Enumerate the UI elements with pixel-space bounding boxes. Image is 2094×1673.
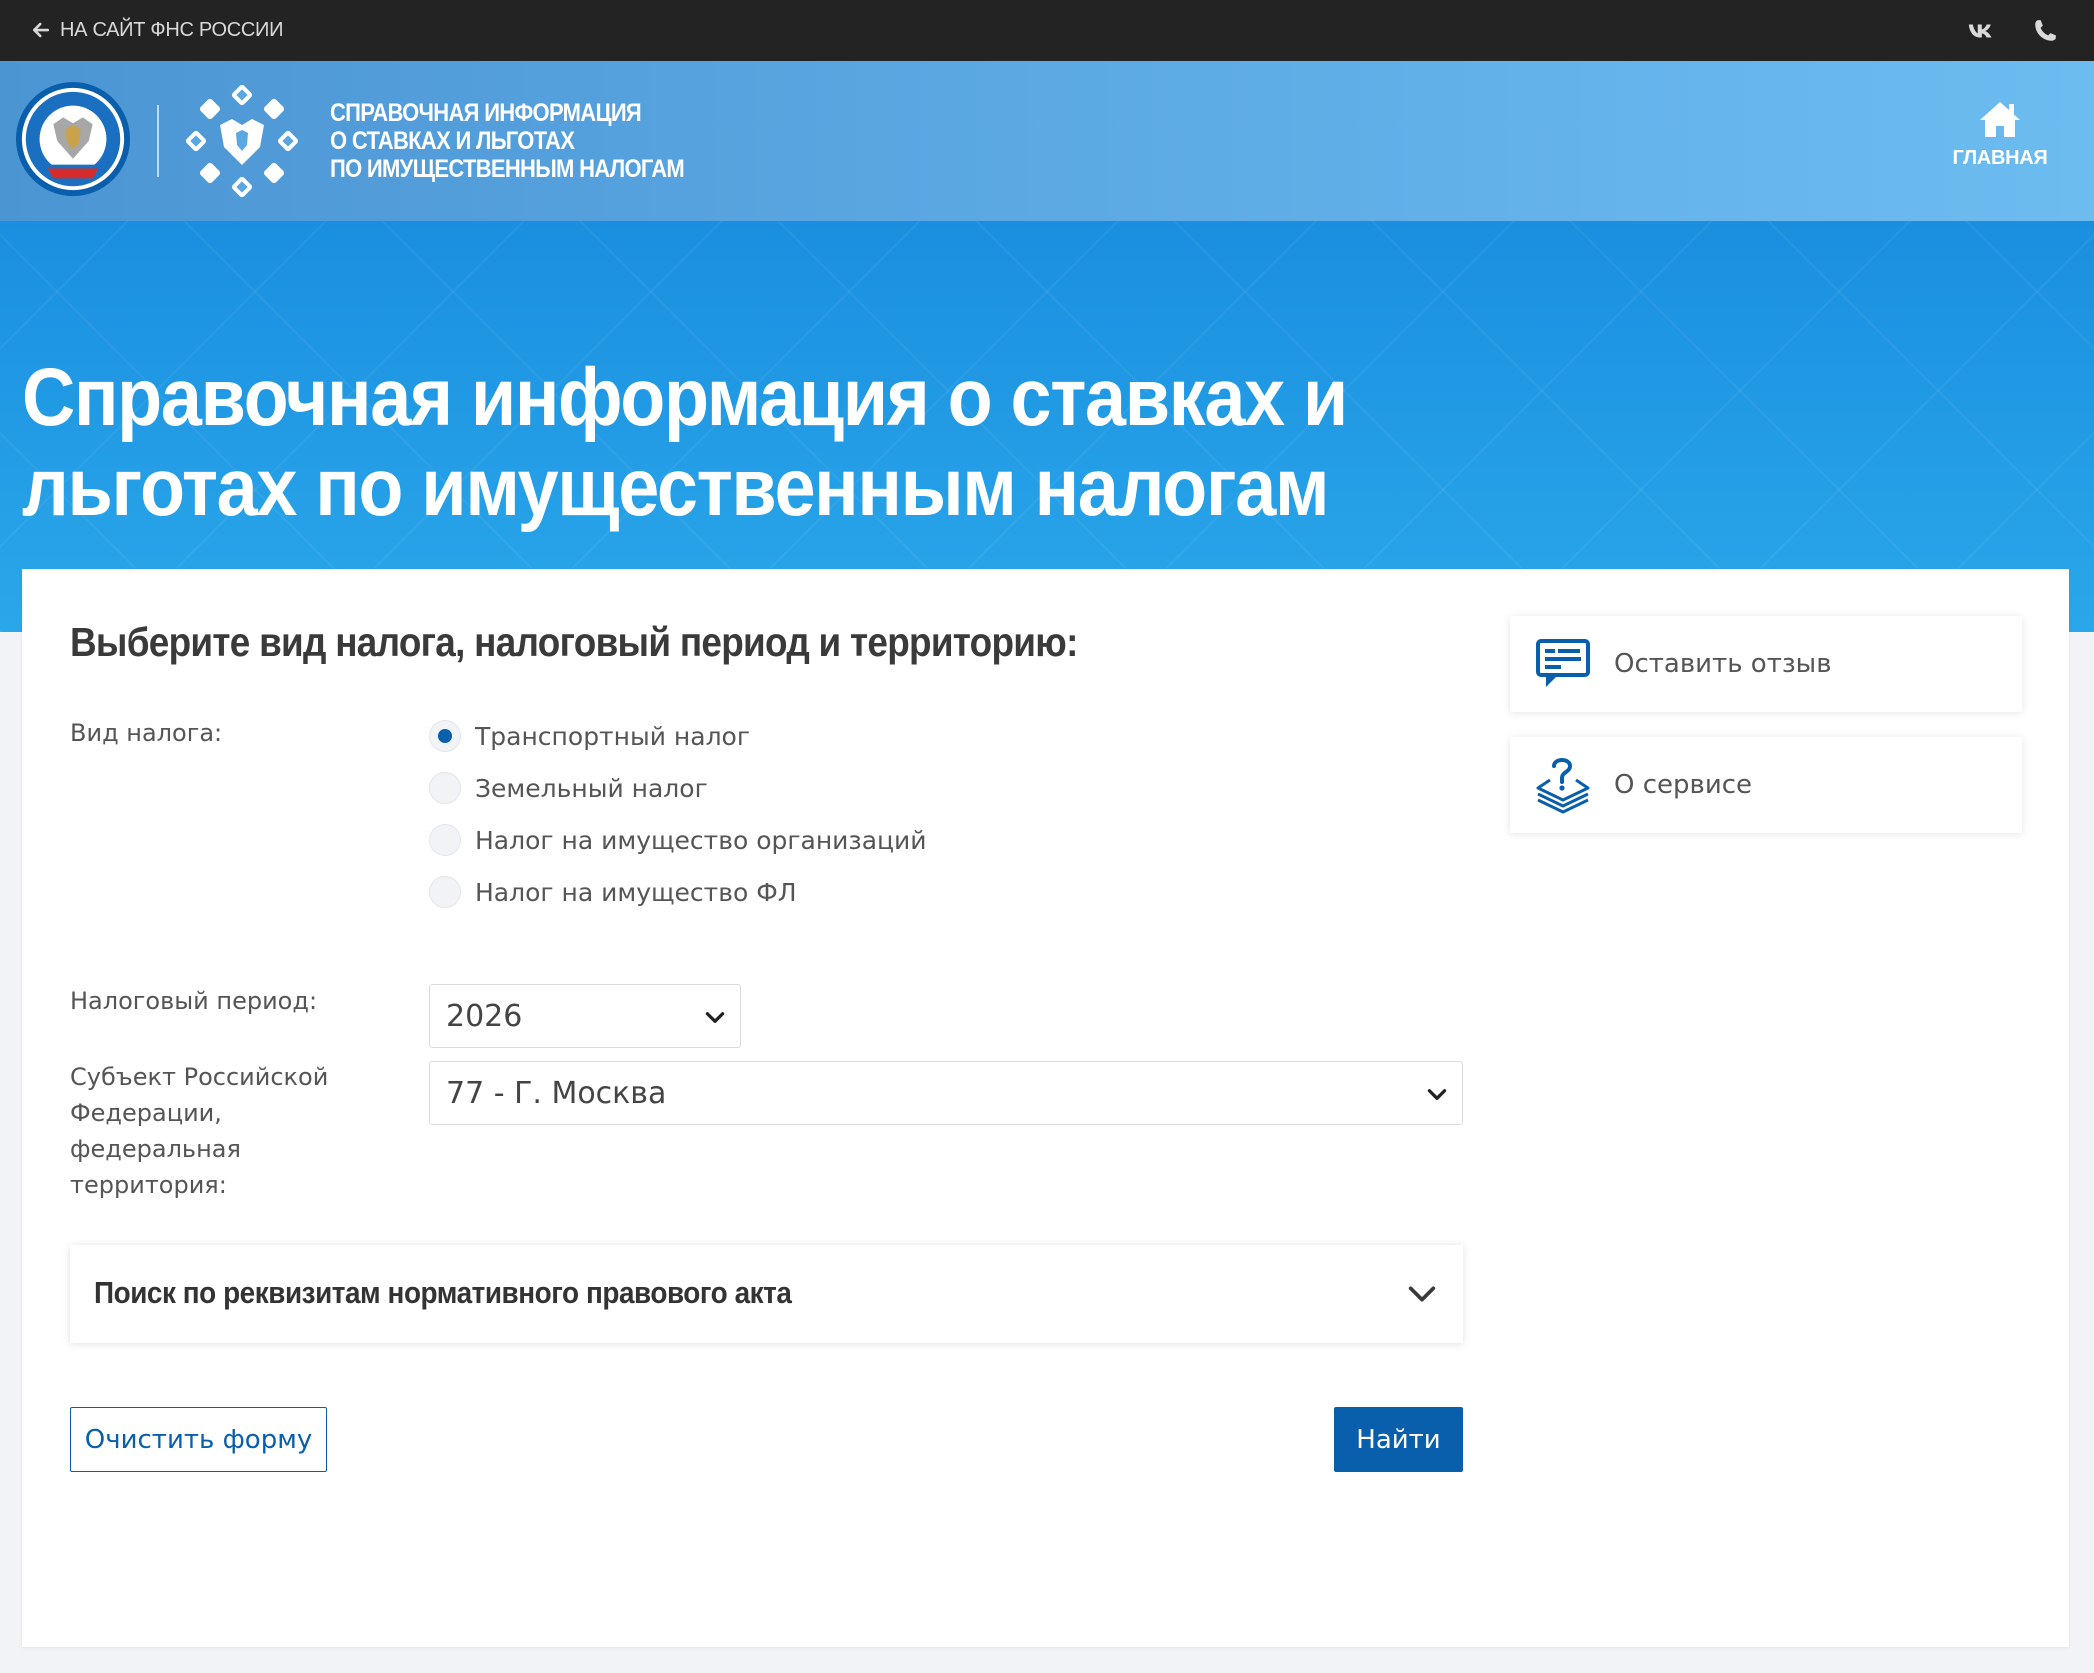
tax-period-label: Налоговый период: bbox=[70, 987, 318, 1015]
feedback-chat-icon bbox=[1536, 639, 1590, 687]
chevron-down-icon bbox=[705, 1012, 725, 1023]
feedback-label: Оставить отзыв bbox=[1614, 649, 1832, 679]
topbar: НА САЙТ ФНС РОССИИ bbox=[0, 0, 2094, 61]
service-logo[interactable] bbox=[186, 85, 298, 197]
question-stack-icon bbox=[1536, 758, 1590, 814]
tax-type-label: Вид налога: bbox=[70, 719, 223, 747]
radio-label: Земельный налог bbox=[475, 773, 708, 803]
radio-land-tax[interactable]: Земельный налог bbox=[429, 768, 708, 808]
region-select[interactable]: 77 - Г. Москва bbox=[429, 1061, 1463, 1125]
arrow-left-icon bbox=[32, 22, 50, 38]
home-link[interactable]: ГЛАВНАЯ bbox=[1948, 99, 2052, 179]
tax-period-select[interactable]: 2026 bbox=[429, 984, 741, 1048]
radio-personal-property-tax[interactable]: Налог на имущество ФЛ bbox=[429, 872, 797, 912]
service-title-line-3: ПО ИМУЩЕСТВЕННЫМ НАЛОГАМ bbox=[330, 155, 685, 183]
radio-label: Налог на имущество организаций bbox=[475, 825, 927, 855]
service-title-line-2: О СТАВКАХ И ЛЬГОТАХ bbox=[330, 127, 575, 155]
clear-form-button[interactable]: Очистить форму bbox=[70, 1407, 327, 1472]
radio-label: Транспортный налог bbox=[475, 721, 750, 751]
home-icon bbox=[1980, 102, 2020, 137]
phone-icon[interactable] bbox=[2026, 12, 2064, 50]
radio-label: Налог на имущество ФЛ bbox=[475, 877, 797, 907]
radio-transport-tax[interactable]: Транспортный налог bbox=[429, 716, 750, 756]
radio-circle[interactable] bbox=[429, 772, 461, 804]
page-title: Справочная информация о ставках и льгота… bbox=[22, 352, 1348, 533]
search-button[interactable]: Найти bbox=[1334, 1407, 1463, 1472]
header-divider bbox=[157, 105, 159, 177]
radio-circle[interactable] bbox=[429, 824, 461, 856]
back-link-label: НА САЙТ ФНС РОССИИ bbox=[60, 18, 284, 41]
fns-emblem-logo[interactable] bbox=[14, 79, 132, 203]
service-title-line-1: СПРАВОЧНАЯ ИНФОРМАЦИЯ bbox=[330, 99, 642, 127]
tax-period-value: 2026 bbox=[446, 998, 523, 1034]
service-title: СПРАВОЧНАЯ ИНФОРМАЦИЯ О СТАВКАХ И ЛЬГОТА… bbox=[330, 99, 685, 183]
leave-feedback-link[interactable]: Оставить отзыв bbox=[1510, 616, 2022, 712]
back-to-fns-link[interactable]: НА САЙТ ФНС РОССИИ bbox=[32, 10, 283, 50]
radio-circle[interactable] bbox=[429, 876, 461, 908]
about-service-link[interactable]: О сервисе bbox=[1510, 737, 2022, 833]
home-link-label: ГЛАВНАЯ bbox=[1952, 147, 2048, 169]
form-heading: Выберите вид налога, налоговый период и … bbox=[70, 619, 1078, 665]
site-header: СПРАВОЧНАЯ ИНФОРМАЦИЯ О СТАВКАХ И ЛЬГОТА… bbox=[0, 61, 2094, 221]
radio-circle-checked[interactable] bbox=[429, 720, 461, 752]
radio-org-property-tax[interactable]: Налог на имущество организаций bbox=[429, 820, 927, 860]
legal-act-search-accordion[interactable]: Поиск по реквизитам нормативного правово… bbox=[70, 1245, 1463, 1343]
chevron-down-icon bbox=[1408, 1286, 1436, 1302]
region-label: Субъект Российской Федерации, федеральна… bbox=[70, 1063, 329, 1199]
region-value: 77 - Г. Москва bbox=[446, 1075, 667, 1111]
vk-icon[interactable] bbox=[1962, 12, 2000, 50]
chevron-down-icon bbox=[1427, 1089, 1447, 1100]
about-label: О сервисе bbox=[1614, 770, 1753, 800]
accordion-title: Поиск по реквизитам нормативного правово… bbox=[94, 1275, 792, 1310]
main-card: Выберите вид налога, налоговый период и … bbox=[22, 569, 2069, 1647]
